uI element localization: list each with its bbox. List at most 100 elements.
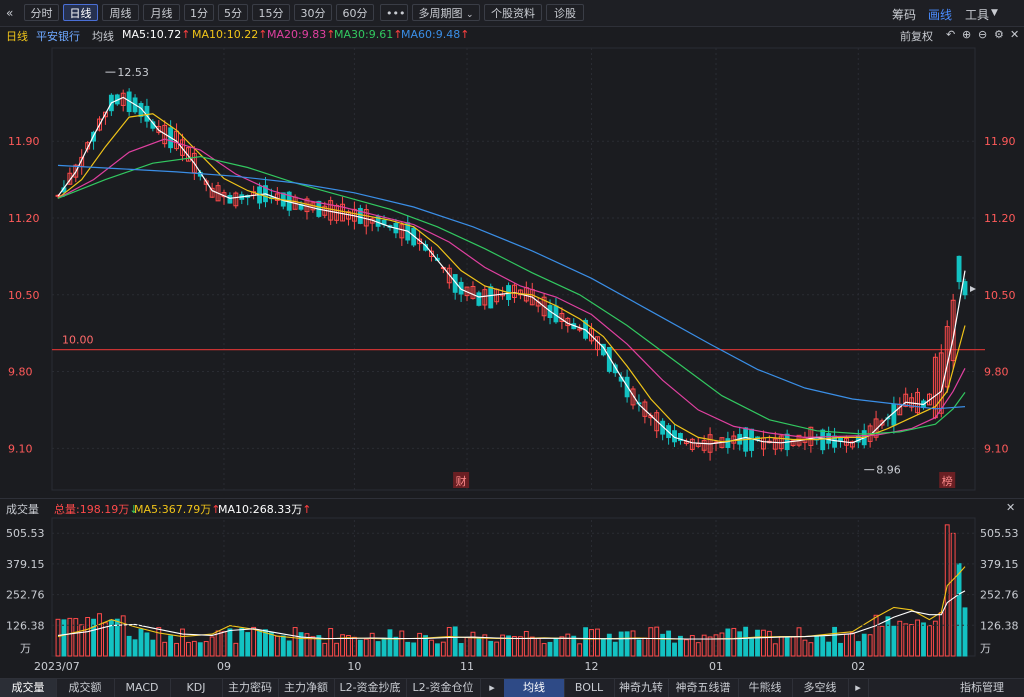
volume-bar <box>932 620 938 657</box>
volume-bar <box>79 624 85 657</box>
volume-bar <box>156 627 162 657</box>
tab-bull-bear[interactable]: 牛熊线 <box>738 679 793 697</box>
price-axis-label-right: 10.50 <box>984 289 1016 302</box>
volume-bar <box>743 626 749 657</box>
volume-bar <box>393 636 399 657</box>
max-price-label: 12.53 <box>117 66 149 79</box>
volume-axis-label-left: 252.76 <box>6 589 45 602</box>
volume-bar <box>227 628 233 657</box>
volume-bar <box>820 636 826 657</box>
volume-bar <box>470 631 476 657</box>
volume-bar <box>885 616 891 657</box>
volume-axis-label-right: 126.38 <box>980 619 1019 632</box>
next-arrow-icon[interactable]: ▸ <box>848 679 869 697</box>
volume-ma10: MA10:268.33万↑ <box>218 503 312 516</box>
volume-bar <box>660 633 666 657</box>
price-axis-label-left: 11.20 <box>8 212 40 225</box>
volume-ma-line-ma5 <box>57 566 966 640</box>
volume-info-bar: 成交量 总量:198.19万↓ MA5:367.79万↑ MA10:268.33… <box>0 498 1024 516</box>
volume-bar <box>452 626 458 657</box>
volume-bar <box>595 628 600 657</box>
x-axis-tick-label: 09 <box>217 660 231 673</box>
volume-bar <box>565 633 571 657</box>
volume-bar <box>725 628 731 657</box>
volume-bar <box>535 637 541 657</box>
volume-unit-left: 万 <box>20 642 31 655</box>
volume-bar <box>458 643 464 657</box>
close-icon[interactable]: ✕ <box>1006 501 1015 514</box>
volume-bar <box>541 643 547 657</box>
volume-axis-label-left: 379.15 <box>6 558 45 571</box>
volume-bar <box>209 636 215 657</box>
candle-body <box>956 255 962 283</box>
volume-bar <box>434 643 440 657</box>
volume-bar <box>867 634 873 657</box>
volume-bar <box>778 636 784 657</box>
tab-turnover[interactable]: 成交额 <box>56 679 115 697</box>
price-axis-label-right: 11.20 <box>984 212 1016 225</box>
candle-body <box>820 429 826 451</box>
volume-bar <box>600 638 606 657</box>
volume-bar <box>512 636 517 657</box>
volume-bar <box>844 633 849 657</box>
volume-bar <box>446 627 452 657</box>
tab-boll[interactable]: BOLL <box>564 679 615 697</box>
volume-bar <box>761 629 766 657</box>
volume-bar <box>73 618 79 657</box>
volume-bar <box>375 641 381 657</box>
volume-bar <box>707 636 713 657</box>
price-axis-label-right: 11.90 <box>984 135 1016 148</box>
tab-main-password[interactable]: 主力密码 <box>222 679 279 697</box>
tab-main-net[interactable]: 主力净额 <box>278 679 335 697</box>
volume-bar <box>357 639 363 657</box>
ma-line-ma60 <box>57 164 966 410</box>
tab-volume[interactable]: 成交量 <box>0 679 57 697</box>
ma-line-ma20 <box>57 138 966 439</box>
volume-bar <box>719 632 725 657</box>
volume-bar <box>672 642 677 657</box>
volume-axis-label-right: 252.76 <box>980 589 1019 602</box>
indicator-tabs: 成交量 成交额 MACD KDJ 主力密码 主力净额 L2-资金抄底 L2-资金… <box>0 678 1024 697</box>
volume-bar <box>737 631 743 657</box>
tab-macd[interactable]: MACD <box>114 679 171 697</box>
tab-ma[interactable]: 均线 <box>504 679 565 697</box>
volume-bar <box>553 638 559 657</box>
price-axis-label-right: 9.10 <box>984 442 1009 455</box>
volume-bar <box>263 629 268 657</box>
volume-bar <box>203 641 209 657</box>
candle-body <box>227 195 233 204</box>
volume-bar <box>559 636 565 657</box>
volume-bar <box>577 643 583 657</box>
tab-shenqi-nine[interactable]: 神奇九转 <box>614 679 669 697</box>
tab-shenqi-five[interactable]: 神奇五线谱 <box>668 679 739 697</box>
volume-bar <box>328 628 334 657</box>
tab-indicator-manage[interactable]: 指标管理 <box>940 679 1024 697</box>
tab-kdj[interactable]: KDJ <box>170 679 223 697</box>
volume-bar <box>909 624 915 657</box>
kline-chart[interactable]: 11.90 11.90 11.20 11.20 10.50 10.50 9.80 9.80 9.… <box>0 0 1024 696</box>
price-axis-label-left: 9.80 <box>8 366 33 379</box>
volume-bar <box>245 632 251 657</box>
volume-bar <box>399 630 405 657</box>
volume-bar <box>185 641 191 657</box>
volume-bar <box>488 640 494 657</box>
volume-bar <box>494 641 500 657</box>
volume-bar <box>67 617 73 657</box>
x-axis-tick-label: 02 <box>851 660 865 673</box>
tab-l2-bottom[interactable]: L2-资金抄底 <box>334 679 407 697</box>
tab-l2-position[interactable]: L2-资金仓位 <box>406 679 481 697</box>
volume-bar <box>286 640 292 657</box>
volume-bar <box>802 639 808 657</box>
volume-bar <box>571 635 577 657</box>
volume-bar <box>927 625 932 657</box>
candle-body <box>962 281 968 296</box>
volume-title[interactable]: 成交量 <box>6 501 39 517</box>
tab-long-short[interactable]: 多空线 <box>792 679 849 697</box>
volume-bar <box>363 638 369 657</box>
next-arrow-icon[interactable]: ▸ <box>480 679 505 697</box>
volume-bar <box>630 630 636 657</box>
volume-bar <box>251 626 257 657</box>
volume-bar <box>666 630 672 657</box>
volume-ma5: MA5:367.79万↑ <box>134 503 221 516</box>
x-axis-tick-label: 11 <box>460 660 474 673</box>
